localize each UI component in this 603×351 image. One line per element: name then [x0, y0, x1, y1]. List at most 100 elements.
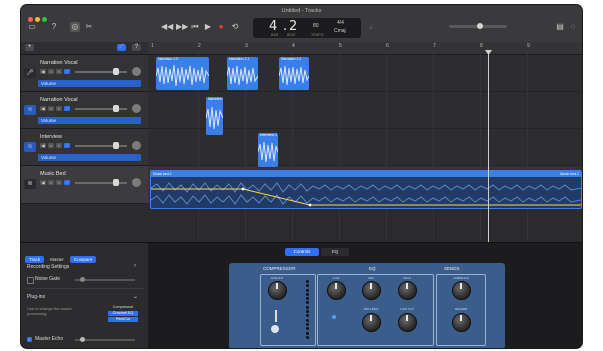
noise-gate-knob[interactable]: [80, 277, 85, 282]
add-track-button[interactable]: +: [25, 44, 34, 51]
play-icon[interactable]: ▶: [203, 22, 213, 32]
headphones-button[interactable]: ∩: [48, 106, 54, 111]
note-pad-icon[interactable]: ▤: [555, 22, 565, 32]
editors-icon[interactable]: ✂: [84, 22, 94, 32]
low-cut-knob[interactable]: [398, 313, 417, 332]
lcd-bar-label: BAR: [271, 33, 279, 37]
filter-button[interactable]: ?: [132, 44, 141, 51]
automation-button[interactable]: ⟋: [64, 180, 70, 185]
automation-select[interactable]: Volume: [38, 154, 141, 161]
track-header-1[interactable]: 🎤︎ Narration Vocal ◀ ∩ ▪ ⟋ Volume: [21, 55, 148, 92]
track-lane-1[interactable]: [148, 55, 582, 92]
master-echo-knob[interactable]: [80, 337, 85, 342]
audio-region[interactable]: Narration 1.1: [227, 57, 258, 90]
playhead[interactable]: [485, 50, 492, 242]
region-name: Music bed.1: [153, 171, 172, 176]
mute-button[interactable]: ◀: [40, 143, 46, 148]
loop-browser-icon[interactable]: ◌: [568, 22, 578, 32]
tab-compare[interactable]: Compare: [69, 256, 97, 263]
eq-low-knob[interactable]: [327, 281, 346, 300]
reverb-knob[interactable]: [452, 313, 471, 332]
track-volume-knob[interactable]: [113, 179, 119, 186]
master-echo-checkbox[interactable]: ✓: [27, 337, 32, 342]
go-to-beginning-icon[interactable]: ⏮: [190, 22, 200, 32]
tab-eq[interactable]: EQ: [321, 248, 349, 256]
automation-button[interactable]: ⟋: [64, 143, 70, 148]
smart-tempo-button[interactable]: ⟋: [117, 44, 126, 51]
lock-button[interactable]: ▪: [56, 69, 62, 74]
track-header-3[interactable]: ≋ Interview ◀ ∩ ▪ ⟋ Volume: [21, 129, 148, 166]
tab-track[interactable]: Track: [25, 256, 45, 263]
audio-region[interactable]: Narration 1.0: [156, 57, 209, 90]
eq-high-knob[interactable]: [398, 281, 417, 300]
track-header-2[interactable]: ≋ Narration Vocal ◀ ∩ ▪ ⟋ Volume: [21, 92, 148, 129]
compressor-switch[interactable]: [275, 310, 277, 322]
track-volume-slider[interactable]: [75, 179, 127, 186]
tracks-area[interactable]: 1 2 3 4 5 6 7 8 9 Narration 1.0 Narratio…: [148, 42, 582, 242]
region-name: Narration 1.0: [158, 57, 179, 61]
help-icon[interactable]: ?: [49, 22, 59, 32]
audio-region[interactable]: Interview 1: [258, 133, 278, 167]
record-icon[interactable]: ●: [216, 22, 226, 32]
noise-gate-checkbox[interactable]: [27, 277, 34, 284]
audio-region[interactable]: Narration 1.2: [279, 57, 309, 90]
ambience-knob[interactable]: [452, 281, 471, 300]
plugins-header[interactable]: Plug-ins: [27, 294, 45, 300]
tab-controls[interactable]: Controls: [285, 248, 319, 256]
zoom-window-button[interactable]: [42, 17, 47, 22]
inspector-panel: Track Master Compare Recording Settings › …: [21, 243, 148, 348]
pan-knob[interactable]: [132, 67, 141, 76]
automation-button[interactable]: ⟋: [64, 106, 70, 111]
track-volume-knob[interactable]: [113, 142, 119, 149]
audio-region[interactable]: Narration: [206, 97, 223, 135]
track-volume-slider[interactable]: [75, 105, 127, 112]
pan-knob[interactable]: [132, 141, 141, 150]
recording-settings-row[interactable]: Recording Settings: [27, 264, 69, 270]
track-volume-slider[interactable]: [75, 142, 127, 149]
volume-automation-line[interactable]: [151, 178, 581, 207]
master-volume-knob[interactable]: [477, 23, 483, 29]
power-button[interactable]: [271, 325, 279, 333]
plugin-slot[interactable]: Channel EQ: [108, 311, 138, 316]
automation-select[interactable]: Volume: [38, 117, 141, 124]
smart-controls-icon[interactable]: ◎: [70, 22, 80, 32]
lock-button[interactable]: ▪: [56, 143, 62, 148]
music-bed-region[interactable]: Music bed.1 Music bed.1: [150, 170, 582, 209]
library-icon[interactable]: ▭: [27, 22, 37, 32]
noise-gate-slider[interactable]: [75, 277, 135, 282]
mute-button[interactable]: ◀: [40, 69, 46, 74]
automation-select[interactable]: Volume: [38, 80, 141, 87]
lcd-tempo-label: TEMPO: [311, 33, 324, 37]
fast-forward-icon[interactable]: ▶▶: [176, 22, 188, 32]
rewind-icon[interactable]: ◀◀: [161, 22, 173, 32]
lcd-display[interactable]: 4 . 2 BAR BEAT 80 TEMPO 4/4 Cmaj: [253, 18, 361, 38]
chevron-down-icon[interactable]: ⌄: [133, 293, 138, 300]
track-volume-slider[interactable]: [75, 68, 127, 75]
tuner-icon[interactable]: ♩: [368, 22, 378, 32]
ruler[interactable]: 1 2 3 4 5 6 7 8 9: [148, 42, 582, 55]
tab-master[interactable]: Master: [46, 256, 68, 263]
track-header-4[interactable]: ≋ Music Bed ◀ ∩ ▪ ⟋: [21, 166, 148, 204]
automation-button[interactable]: ⟋: [64, 69, 70, 74]
mute-button[interactable]: ◀: [40, 106, 46, 111]
track-volume-knob[interactable]: [113, 105, 119, 112]
lock-button[interactable]: ▪: [56, 106, 62, 111]
plugin-slot[interactable]: Compressor: [108, 305, 138, 310]
master-echo-slider[interactable]: [75, 337, 135, 342]
ruler-tick: 6: [386, 43, 389, 49]
headphones-button[interactable]: ∩: [48, 143, 54, 148]
amount-knob[interactable]: [268, 281, 287, 300]
lock-button[interactable]: ▪: [56, 180, 62, 185]
headphones-button[interactable]: ∩: [48, 180, 54, 185]
mute-button[interactable]: ◀: [40, 180, 46, 185]
headphones-button[interactable]: ∩: [48, 69, 54, 74]
eq-mid-knob[interactable]: [362, 281, 381, 300]
plugin-slot[interactable]: PitchCor: [108, 317, 138, 322]
master-volume-slider[interactable]: [449, 23, 507, 29]
track-volume-knob[interactable]: [113, 68, 119, 75]
pan-knob[interactable]: [132, 104, 141, 113]
cycle-icon[interactable]: ⟲: [230, 22, 240, 32]
mid-freq-knob[interactable]: [362, 313, 381, 332]
pan-knob[interactable]: [132, 178, 141, 187]
chevron-right-icon[interactable]: ›: [134, 263, 136, 269]
